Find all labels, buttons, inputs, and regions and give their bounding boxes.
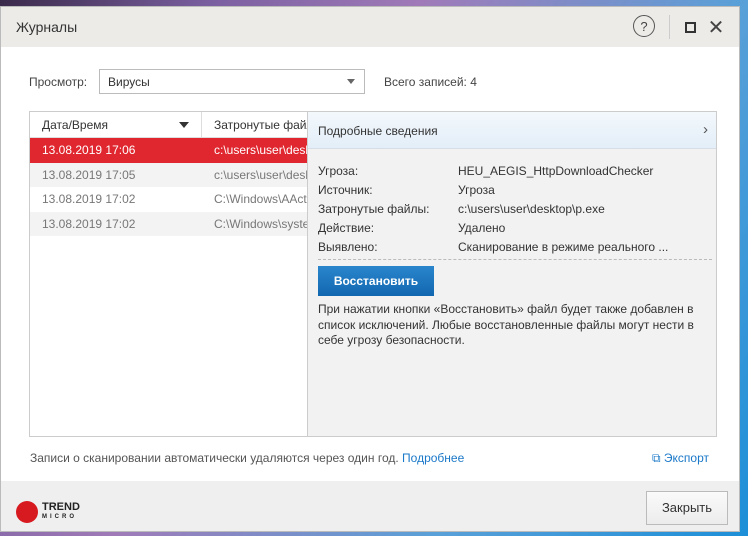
table-row[interactable]: 13.08.2019 17:06 c:\users\user\desktop\p.…	[30, 138, 307, 163]
total-records: Всего записей: 4	[384, 75, 477, 89]
details-panel: Подробные сведения › Угроза: HEU_AEGIS_Htt…	[307, 111, 717, 437]
field-value: Удалено	[458, 221, 506, 235]
help-icon[interactable]: ?	[633, 15, 655, 37]
table-row[interactable]: 13.08.2019 17:02 C:\Windows\AAct	[30, 187, 307, 212]
table-row[interactable]: 13.08.2019 17:05 c:\users\user\desktop	[30, 162, 307, 187]
field-label: Выявлено:	[318, 240, 378, 254]
field-value: HEU_AEGIS_HttpDownloadChecker	[458, 164, 654, 178]
field-value: c:\users\user\desktop\p.exe	[458, 202, 605, 216]
field-label: Источник:	[318, 183, 373, 197]
view-select-value: Вирусы	[108, 75, 150, 89]
more-link[interactable]: Подробнее	[402, 451, 464, 465]
divider	[669, 15, 670, 39]
cell-datetime: 13.08.2019 17:05	[42, 167, 136, 182]
view-label: Просмотр:	[29, 75, 88, 89]
export-link[interactable]: ⧉ Экспорт	[652, 451, 709, 466]
chevron-right-icon: ›	[703, 121, 708, 138]
cell-datetime: 13.08.2019 17:02	[42, 216, 136, 231]
window-title: Журналы	[16, 19, 78, 35]
cell-file: C:\Windows\AAct	[214, 192, 307, 206]
field-label: Действие:	[318, 221, 375, 235]
table-header: Дата/Время Затронутые файлы	[30, 112, 307, 138]
detail-field: Выявлено: Сканирование в режиме реального…	[318, 240, 668, 254]
footer-bar: TREND MICRO Закрыть	[1, 481, 739, 531]
log-table: Дата/Время Затронутые файлы 13.08.2019 1…	[29, 111, 308, 437]
retention-info: Записи о сканировании автоматически удал…	[30, 451, 465, 465]
restore-button[interactable]: Восстановить	[318, 266, 434, 296]
detail-field: Затронутые файлы: c:\users\user\desktop\p…	[318, 202, 605, 216]
detail-field: Действие: Удалено	[318, 221, 505, 235]
restore-note: При нажатии кнопки «Восстановить» файл б…	[318, 302, 694, 347]
details-title: Подробные сведения	[318, 124, 438, 138]
cell-datetime: 13.08.2019 17:02	[42, 192, 136, 206]
export-icon: ⧉	[652, 451, 661, 465]
cell-file: c:\users\user\desktop	[214, 167, 307, 182]
cell-datetime: 13.08.2019 17:06	[42, 143, 136, 157]
close-button[interactable]: Закрыть	[646, 491, 728, 525]
table-row[interactable]: 13.08.2019 17:02 C:\Windows\system	[30, 211, 307, 236]
view-select[interactable]: Вирусы	[99, 69, 365, 94]
sort-desc-icon	[179, 122, 189, 128]
details-header[interactable]: Подробные сведения ›	[308, 112, 716, 149]
close-icon[interactable]: ✕	[705, 16, 727, 39]
detail-field: Угроза: HEU_AEGIS_HttpDownloadChecker	[318, 164, 653, 178]
trend-micro-logo: TREND MICRO	[16, 501, 80, 523]
maximize-icon[interactable]	[679, 16, 701, 38]
divider	[318, 259, 712, 260]
cell-file: C:\Windows\system	[214, 216, 307, 231]
column-header-files[interactable]: Затронутые файлы	[202, 112, 307, 137]
field-value: Угроза	[458, 183, 495, 197]
title-bar: Журналы ? ✕	[1, 7, 739, 47]
detail-field: Источник: Угроза	[318, 183, 495, 197]
column-header-datetime[interactable]: Дата/Время	[30, 112, 202, 137]
field-label: Затронутые файлы:	[318, 202, 430, 216]
field-value: Сканирование в режиме реального ...	[458, 240, 669, 254]
logs-window: Журналы ? ✕ Просмотр: Вирусы Всего запис…	[0, 6, 740, 532]
field-label: Угроза:	[318, 164, 359, 178]
cell-file: c:\users\user\desktop\p.exe	[214, 143, 307, 157]
chevron-down-icon	[347, 79, 355, 84]
